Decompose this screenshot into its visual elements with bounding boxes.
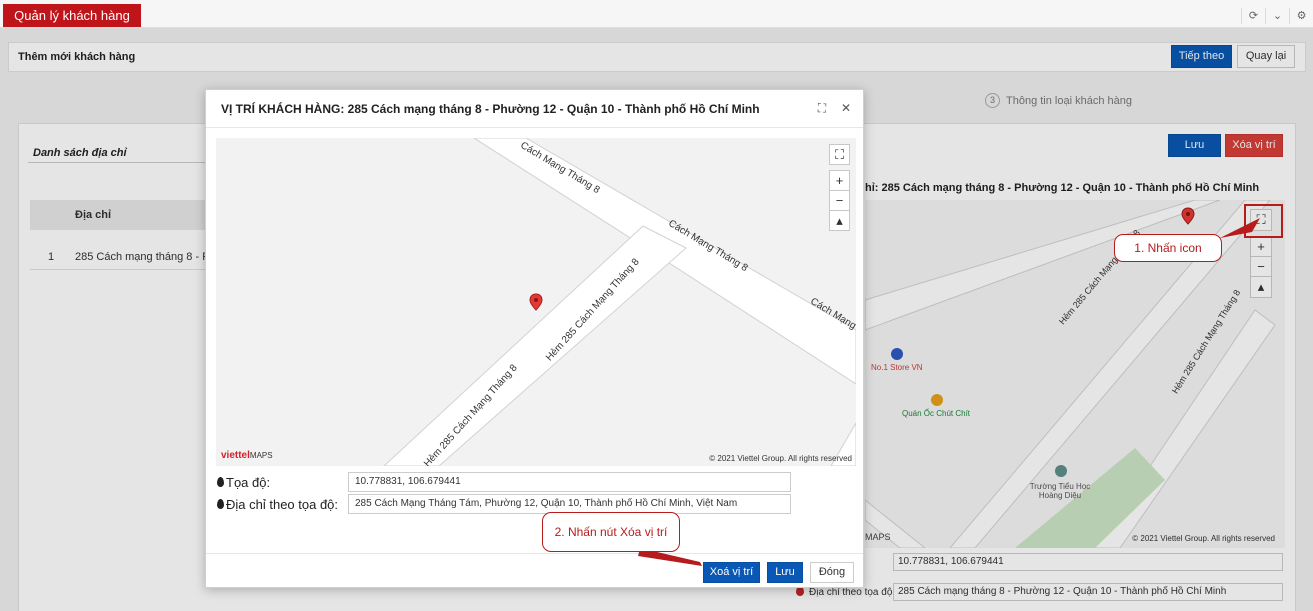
back-button[interactable]: Quay lại (1237, 45, 1295, 68)
map-copyright: © 2021 Viettel Group. All rights reserve… (709, 454, 852, 463)
page-header: Thêm mới khách hàng (8, 42, 1306, 72)
location-marker-icon[interactable] (1181, 207, 1195, 225)
school-poi-icon[interactable] (1055, 465, 1067, 477)
location-pin-icon (217, 477, 224, 487)
close-button[interactable]: Đóng (810, 562, 854, 583)
save-button[interactable]: Lưu (1168, 134, 1221, 157)
divider (206, 553, 863, 554)
delete-location-button[interactable]: Xóa vị trí (1225, 134, 1283, 157)
annotation-callout-step1: 1. Nhấn icon (1114, 234, 1222, 262)
viettel-maps-logo: viettelMAPS (221, 450, 273, 461)
coords-label: Tọa độ: (226, 475, 271, 490)
logo-sub: MAPS (249, 451, 273, 460)
app-tab[interactable]: Quản lý khách hàng (3, 4, 141, 27)
address-field[interactable]: 285 Cách mạng tháng 8 - Phường 12 - Quận… (893, 583, 1283, 601)
next-button[interactable]: Tiếp theo (1171, 45, 1232, 68)
zoom-in-icon[interactable]: + (829, 170, 850, 191)
zoom-out-icon[interactable]: − (1250, 256, 1272, 278)
annotation-highlight-box (1244, 204, 1283, 238)
step-number: 3 (985, 93, 1000, 108)
step-label: Thông tin loại khách hàng (1006, 94, 1132, 107)
poi-label: No.1 Store VN (871, 363, 923, 372)
close-icon[interactable]: ✕ (838, 100, 854, 116)
poi-label: Quán Ốc Chút Chít (902, 409, 971, 418)
top-icons: ⟳ ⌄ ⚙ (1241, 8, 1313, 24)
fullscreen-icon[interactable]: ⛶ (829, 144, 850, 165)
save-button[interactable]: Lưu (767, 562, 803, 583)
location-title: hỉ: 285 Cách mạng tháng 8 - Phường 12 - … (865, 182, 1260, 194)
poi-label: Trường Tiểu Học Hoàng Diệu (1029, 482, 1091, 500)
store-poi-icon[interactable] (891, 348, 903, 360)
modal-map[interactable]: Cách Mạng Tháng 8 Cách Mạng Tháng 8 Cách… (216, 138, 856, 466)
address-input[interactable]: 285 Cách Mạng Tháng Tám, Phường 12, Quận… (348, 494, 791, 514)
coords-input[interactable]: 10.778831, 106.679441 (348, 472, 791, 492)
zoom-out-icon[interactable]: − (829, 190, 850, 211)
address-label: Địa chỉ theo tọa độ: (226, 497, 339, 512)
restaurant-poi-icon[interactable] (931, 394, 943, 406)
address-list-title: Danh sách địa chỉ (33, 147, 127, 159)
delete-location-button[interactable]: Xoá vị trí (703, 562, 760, 583)
zoom-in-icon[interactable]: + (1250, 236, 1272, 258)
address-label: Địa chỉ theo tọa độ: (809, 587, 896, 598)
refresh-icon[interactable]: ⟳ (1241, 8, 1265, 24)
location-marker-icon[interactable] (529, 293, 543, 311)
coords-field[interactable]: 10.778831, 106.679441 (893, 553, 1283, 571)
column-address: Địa chỉ (75, 209, 112, 221)
divider (28, 162, 208, 163)
top-bar: Quản lý khách hàng ⟳ ⌄ ⚙ (0, 0, 1313, 28)
expand-icon[interactable]: ⛶ (814, 100, 830, 116)
table-header: Địa chỉ (30, 200, 208, 230)
annotation-callout-step2: 2. Nhấn nút Xóa vị trí (542, 512, 680, 552)
divider (206, 127, 863, 128)
row-address: 285 Cách mạng tháng 8 - Phường 12 - Quận… (75, 251, 208, 263)
location-pin-icon (217, 499, 224, 509)
modal-title: VỊ TRÍ KHÁCH HÀNG: 285 Cách mạng tháng 8… (221, 102, 760, 116)
chevron-down-icon[interactable]: ⌄ (1265, 8, 1289, 24)
compass-icon[interactable]: ▴ (829, 210, 850, 231)
table-row[interactable]: 1 285 Cách mạng tháng 8 - Phường 12 - Qu… (30, 240, 208, 270)
row-index: 1 (48, 251, 55, 263)
map-copyright: © 2021 Viettel Group. All rights reserve… (1132, 534, 1275, 543)
location-modal: VỊ TRÍ KHÁCH HÀNG: 285 Cách mạng tháng 8… (205, 89, 864, 588)
location-map[interactable]: Hẻm 285 Cách Mạng Tháng 8 Hẻm 285 Cách M… (865, 200, 1285, 548)
logo-main: viettel (221, 450, 250, 461)
maps-attribution: MAPS (865, 532, 891, 542)
compass-icon[interactable]: ▴ (1250, 276, 1272, 298)
settings-icon[interactable]: ⚙ (1289, 8, 1313, 24)
page-title: Thêm mới khách hàng (18, 51, 136, 63)
wizard-step-3[interactable]: 3 Thông tin loại khách hàng (985, 93, 1132, 108)
